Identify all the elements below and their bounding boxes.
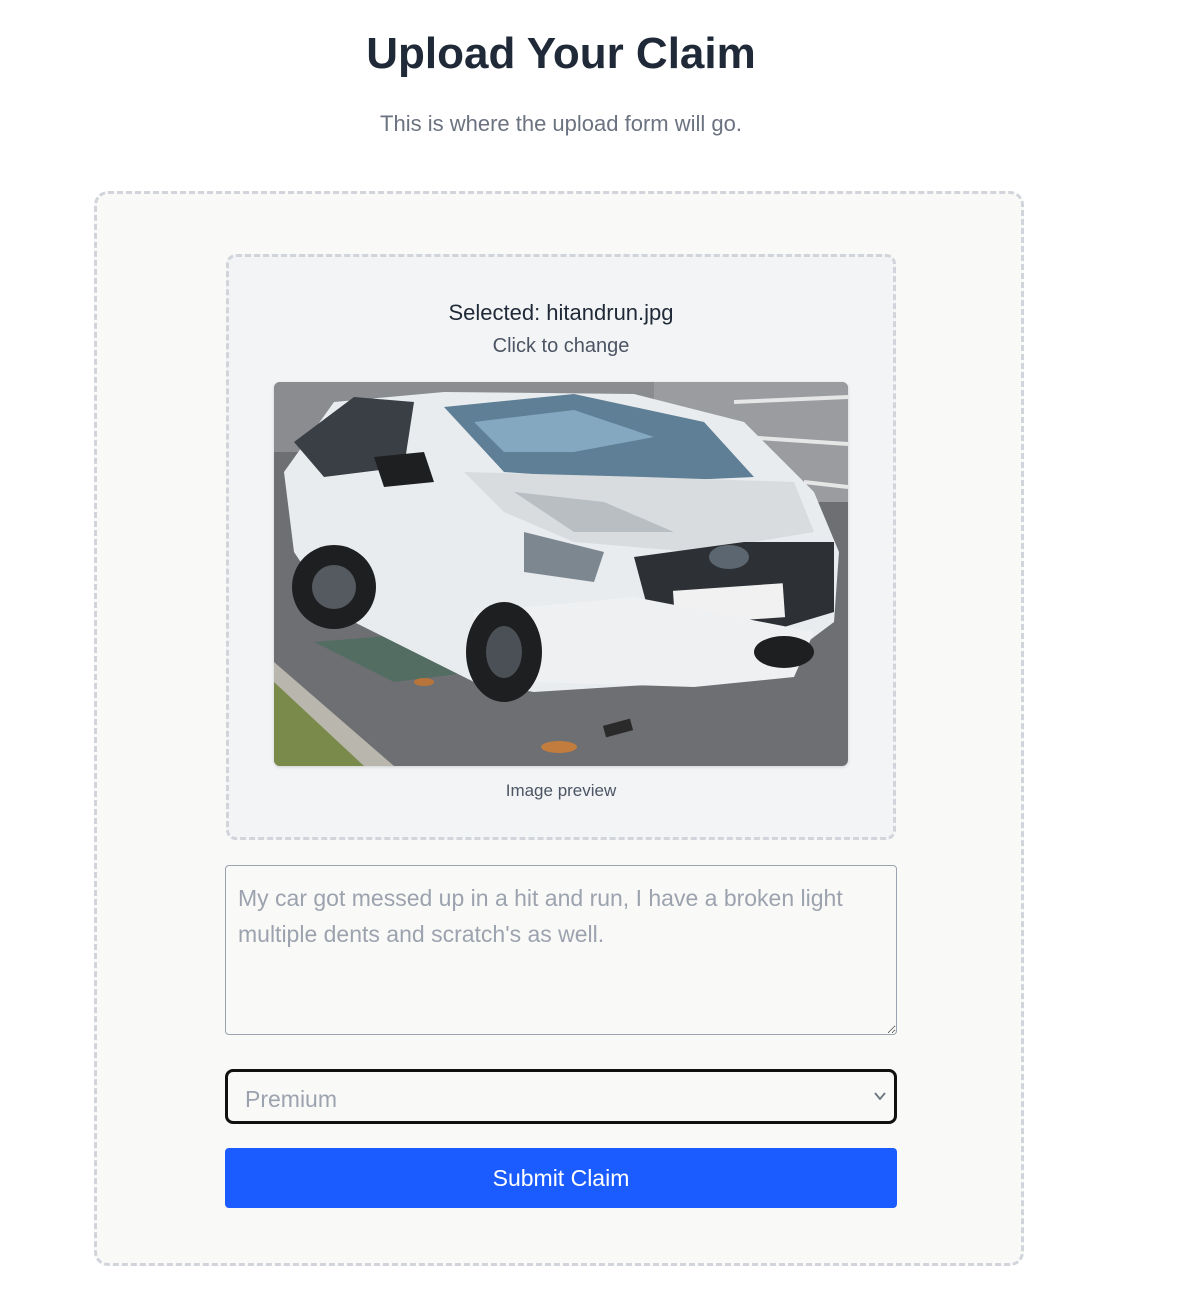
image-dropzone[interactable]: Selected: hitandrun.jpg Click to change bbox=[226, 254, 896, 840]
page-subtitle: This is where the upload form will go. bbox=[380, 111, 742, 136]
damaged-car-image bbox=[274, 382, 848, 766]
image-preview-caption: Image preview bbox=[505, 781, 617, 800]
claim-description-input[interactable]: My car got messed up in a hit and run, I… bbox=[225, 865, 897, 1035]
plan-select-value: Premium bbox=[245, 1086, 338, 1112]
selected-file-label: Selected: hitandrun.jpg bbox=[448, 300, 674, 325]
chevron-down-icon bbox=[874, 1092, 886, 1101]
submit-claim-button[interactable]: Submit Claim bbox=[225, 1148, 897, 1208]
image-preview bbox=[274, 382, 848, 766]
plan-select[interactable]: Premium bbox=[225, 1069, 897, 1124]
page-title: Upload Your Claim bbox=[366, 29, 756, 78]
change-file-hint: Click to change bbox=[492, 335, 630, 357]
